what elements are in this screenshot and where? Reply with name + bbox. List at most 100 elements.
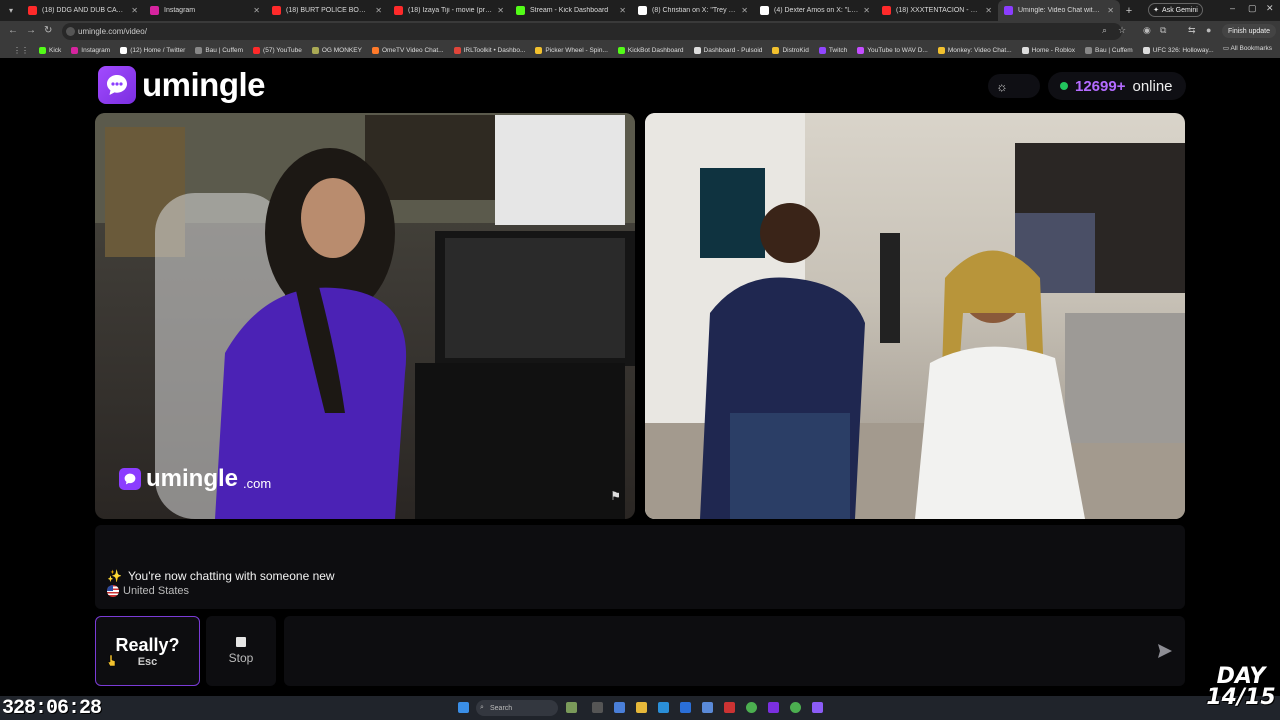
send-icon[interactable] <box>1157 643 1173 659</box>
maximize-icon[interactable]: ▢ <box>1248 3 1257 14</box>
theme-toggle[interactable]: ☼ <box>988 74 1040 98</box>
bookmark-item[interactable]: Bau | Cuffem <box>190 46 248 54</box>
browser-tab[interactable]: (8) Christian on X: "Trey gets di ✕ <box>632 0 754 21</box>
bookmark-item[interactable]: Bau | Cuffem <box>1080 46 1138 54</box>
chrome-icon[interactable] <box>790 702 801 713</box>
online-count: 12699+ <box>1075 77 1126 95</box>
tab-close-icon[interactable]: ✕ <box>741 6 748 15</box>
app-icon[interactable] <box>812 702 823 713</box>
bookmark-star-icon[interactable]: ☆ <box>1118 25 1126 36</box>
store-icon[interactable] <box>680 702 691 713</box>
tab-label: Stream - Kick Dashboard <box>530 7 609 14</box>
tab-close-icon[interactable]: ✕ <box>863 6 870 15</box>
stop-button[interactable]: Stop <box>206 616 276 686</box>
bookmark-item[interactable]: Kick <box>34 46 66 54</box>
tab-close-icon[interactable]: ✕ <box>375 6 382 15</box>
banner-image <box>700 168 765 258</box>
address-toolbar: ← → ↻ umingle.com/video/ ⌕ ☆ ◉ ⧉ ⇆ ● <box>0 21 1280 42</box>
taskbar-search[interactable]: ⌕ Search <box>476 700 558 716</box>
tab-close-icon[interactable]: ✕ <box>619 6 626 15</box>
widget-icon[interactable] <box>566 702 577 713</box>
extensions-puzzle-icon[interactable]: ⧉ <box>1160 25 1166 36</box>
tab-close-icon[interactable]: ✕ <box>497 6 504 15</box>
ask-gemini-button[interactable]: ✦ Ask Gemini <box>1148 3 1203 17</box>
bookmark-item[interactable]: KickBot Dashboard <box>613 46 689 54</box>
all-bookmarks-button[interactable]: ▭ All Bookmarks <box>1223 44 1272 52</box>
tab-label: (18) DDG AND DUB CATCH BIG <box>42 7 126 14</box>
browser-tab[interactable]: (18) DDG AND DUB CATCH BIG ✕ <box>22 0 144 21</box>
app-icon[interactable] <box>702 702 713 713</box>
tab-close-icon[interactable]: ✕ <box>131 6 138 15</box>
bookmark-item[interactable]: (12) Home / Twitter <box>115 46 190 54</box>
bookmark-favicon-icon <box>693 46 701 54</box>
tab-label: (8) Christian on X: "Trey gets di <box>652 7 737 14</box>
bookmark-item[interactable]: DistroKid <box>767 46 813 54</box>
forward-icon[interactable]: → <box>26 25 36 36</box>
tab-search-icon[interactable]: ▾ <box>0 6 22 15</box>
profile-icon[interactable]: ● <box>1206 25 1211 35</box>
tab-close-icon[interactable]: ✕ <box>1107 6 1114 15</box>
message-input[interactable] <box>284 616 1185 686</box>
umingle-watermark: umingle .com <box>119 465 271 493</box>
skip-confirm-button[interactable]: Really? Esc <box>95 616 200 686</box>
copilot-icon[interactable] <box>614 702 625 713</box>
bookmark-item[interactable]: Picker Wheel - Spin... <box>530 46 613 54</box>
extension-icon[interactable]: ◉ <box>1143 25 1151 36</box>
bookmark-item[interactable]: Instagram <box>66 46 115 54</box>
report-flag-icon[interactable]: ⚑ <box>610 489 621 503</box>
tab-close-icon[interactable]: ✕ <box>985 6 992 15</box>
apps-icon[interactable]: ⋮⋮ <box>8 46 34 55</box>
hand-cursor-icon <box>108 655 116 667</box>
person-right-shirt <box>915 346 1085 519</box>
browser-tab[interactable]: (18) Izaya Tiji - movie (prod sc ✕ <box>388 0 510 21</box>
bookmark-item[interactable]: OmeTV Video Chat... <box>367 46 449 54</box>
day-counter: DAY 14/15 <box>1206 664 1276 710</box>
tab-label: (18) Izaya Tiji - movie (prod sc <box>408 7 493 14</box>
close-window-icon[interactable]: ✕ <box>1266 3 1274 14</box>
umingle-page: umingle ☼ 12699+ online umingle .com ⚑ ✨… <box>0 58 1280 694</box>
cast-icon[interactable]: ⇆ <box>1188 25 1196 36</box>
bookmark-item[interactable]: OG MONKEY <box>307 46 367 54</box>
bookmark-item[interactable]: YouTube to WAV D... <box>852 46 933 54</box>
local-video: umingle .com ⚑ <box>95 113 635 519</box>
app-icon[interactable] <box>724 702 735 713</box>
new-tab-icon[interactable]: + <box>1120 5 1138 17</box>
chrome-icon[interactable] <box>746 702 757 713</box>
browser-tab[interactable]: (4) Dexter Amos on X: "Leave th ✕ <box>754 0 876 21</box>
bookmark-item[interactable]: (57) YouTube <box>248 46 307 54</box>
browser-tab[interactable]: Instagram ✕ <box>144 0 266 21</box>
tab-favicon-icon <box>638 6 647 15</box>
browser-tab[interactable]: Stream - Kick Dashboard ✕ <box>510 0 632 21</box>
bookmark-favicon-icon <box>818 46 826 54</box>
bookmark-item[interactable]: Twitch <box>814 46 852 54</box>
us-flag-icon <box>107 585 119 597</box>
bookmark-favicon-icon <box>617 46 625 54</box>
bookmark-item[interactable]: Dashboard - Pulsoid <box>689 46 768 54</box>
logo-text: umingle <box>142 66 266 103</box>
site-info-icon[interactable] <box>66 27 75 36</box>
bookmark-item[interactable]: UFC 326: Holloway... <box>1138 46 1219 54</box>
system-message: ✨ You're now chatting with someone new <box>107 569 335 583</box>
bookmark-favicon-icon <box>453 46 461 54</box>
app-icon[interactable] <box>768 702 779 713</box>
bookmark-item[interactable]: Monkey: Video Chat... <box>933 46 1017 54</box>
browser-tab[interactable]: Umingle: Video Chat with S ✕ <box>998 0 1120 21</box>
bookmark-item[interactable]: IRLToolkit • Dashbo... <box>449 46 531 54</box>
bookmark-favicon-icon <box>120 46 128 54</box>
edge-icon[interactable] <box>658 702 669 713</box>
url-bar[interactable]: umingle.com/video/ <box>62 23 1122 40</box>
tab-close-icon[interactable]: ✕ <box>253 6 260 15</box>
bookmark-item[interactable]: Home - Roblox <box>1017 46 1080 54</box>
finish-update-button[interactable]: Finish update <box>1222 24 1276 38</box>
reload-icon[interactable]: ↻ <box>44 25 52 36</box>
zoom-icon[interactable]: ⌕ <box>1102 25 1107 36</box>
back-icon[interactable]: ← <box>8 25 18 36</box>
file-explorer-icon[interactable] <box>636 702 647 713</box>
task-view-icon[interactable] <box>592 702 603 713</box>
umingle-logo[interactable]: umingle <box>98 66 266 104</box>
windows-start-icon[interactable] <box>458 702 469 713</box>
browser-tab[interactable]: (18) BURT POLICE BODYCAM ✕ <box>266 0 388 21</box>
bookmark-favicon-icon <box>253 46 261 54</box>
browser-tab[interactable]: (18) XXXTENTACION - LOOK AT ✕ <box>876 0 998 21</box>
minimize-icon[interactable]: – <box>1230 3 1235 13</box>
